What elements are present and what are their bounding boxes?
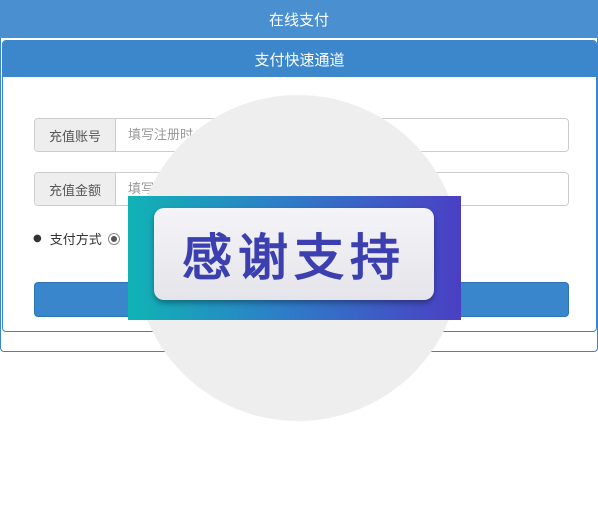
thanks-banner-card: 感谢支持 [154, 208, 434, 300]
page-header: 在线支付 [0, 0, 598, 38]
bullet-icon: ● [33, 233, 42, 244]
thanks-text: 感谢支持 [182, 229, 406, 287]
payment-method-label: 支付方式 [49, 233, 102, 248]
payment-method-row: ● 支付方式 [33, 229, 120, 248]
account-label: 充值账号 [35, 119, 116, 151]
thanks-banner: 感谢支持 [128, 196, 461, 320]
payment-radio[interactable] [107, 232, 120, 245]
amount-label: 充值金额 [35, 173, 116, 205]
panel-title: 支付快速通道 [254, 50, 345, 69]
panel-heading: 支付快速通道 [3, 41, 596, 77]
page-title: 在线支付 [268, 10, 329, 29]
